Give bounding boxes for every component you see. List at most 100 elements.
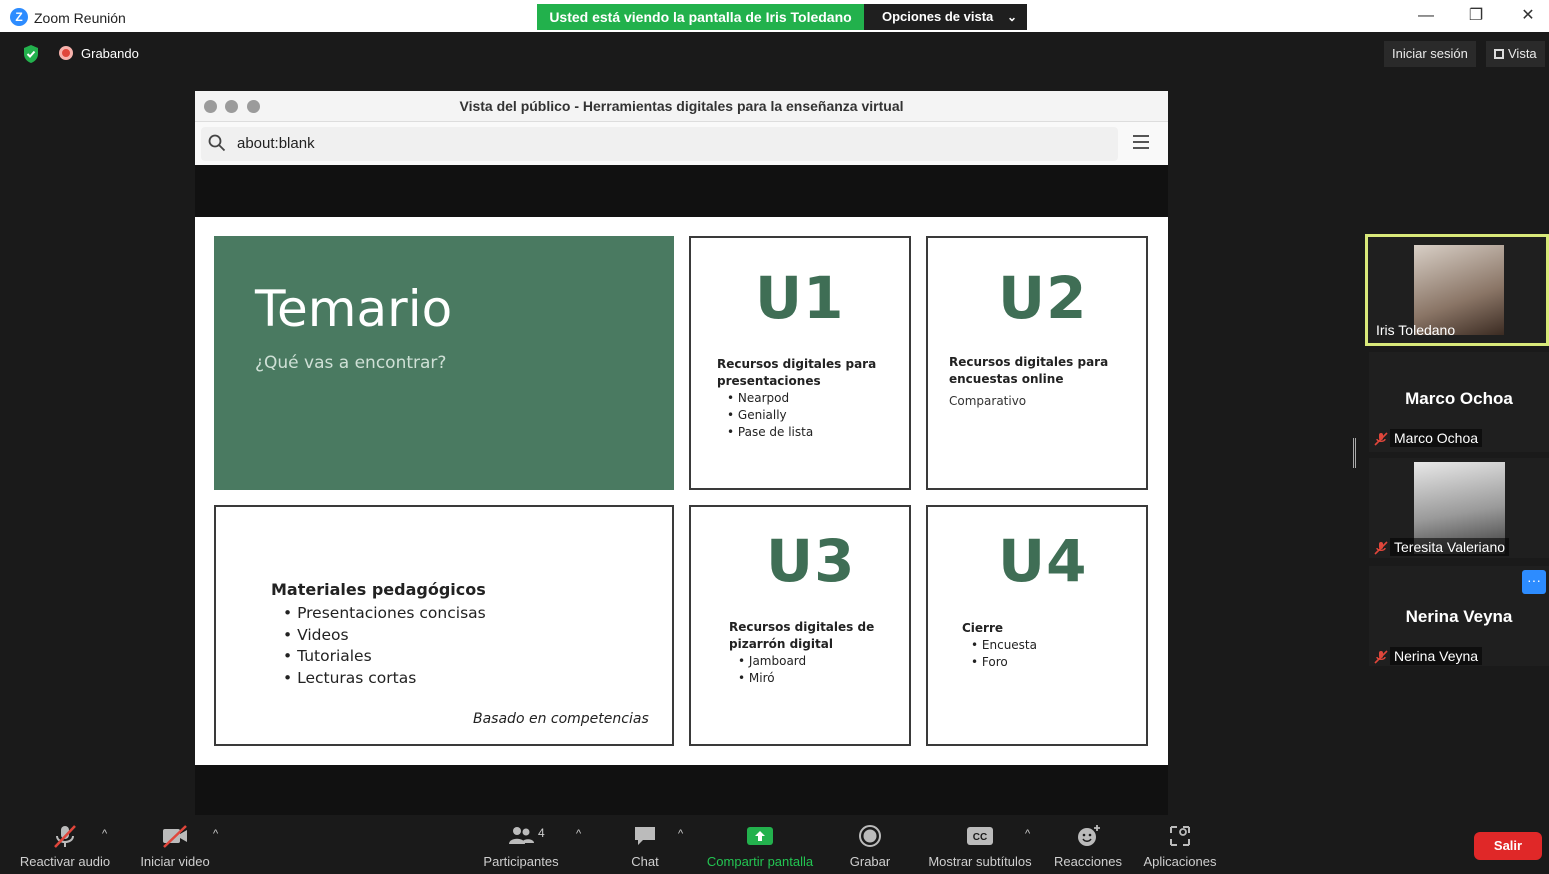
recording-label: Grabando [81, 46, 139, 61]
title-bar: Z Zoom Reunión Usted está viendo la pant… [0, 0, 1549, 32]
unit-card-u3: U3 Recursos digitales de pizarrón digital… [689, 505, 911, 746]
apps-icon [1170, 826, 1190, 846]
apps-button[interactable]: Aplicaciones [1140, 818, 1220, 874]
security-shield-icon[interactable] [22, 44, 40, 64]
sign-in-button[interactable]: Iniciar sesión [1384, 41, 1476, 67]
list-item: Tutoriales [283, 646, 486, 668]
close-window-button[interactable]: ✕ [1513, 4, 1543, 28]
video-label: Iniciar video [140, 854, 210, 869]
list-item: Lecturas cortas [283, 668, 486, 690]
materials-note: Basado en competencias [473, 711, 649, 727]
list-item: Miró [738, 670, 806, 687]
list-item: Genially [727, 407, 813, 424]
muted-microphone-icon [54, 825, 76, 848]
participants-icon [509, 827, 534, 844]
participant-name: Nerina Veyna [1390, 647, 1483, 665]
participants-label: Participantes [483, 854, 559, 869]
participant-name: Iris Toledano [1376, 322, 1456, 338]
list-item: Encuesta [971, 637, 1037, 654]
record-label: Grabar [849, 854, 891, 869]
slide-title: Temario [255, 280, 453, 338]
record-button[interactable]: Grabar [840, 818, 900, 874]
materials-card: Materiales pedagógicos Presentaciones co… [214, 505, 674, 746]
search-icon [208, 134, 226, 152]
view-options-button[interactable]: Opciones de vista ⌄ [864, 4, 1027, 30]
unit-list: Jamboard Miró [738, 653, 806, 687]
view-label: Vista [1508, 46, 1537, 61]
unit-heading: Recursos digitales para presentaciones [717, 357, 877, 388]
show-captions-button[interactable]: CC Mostrar subtítulos [922, 818, 1038, 874]
list-item: Jamboard [738, 653, 806, 670]
list-item: Nearpod [727, 390, 813, 407]
participant-big-name: Marco Ochoa [1405, 389, 1513, 408]
muted-mic-icon [1374, 432, 1388, 446]
browser-title: Vista del público - Herramientas digital… [459, 98, 904, 114]
chat-options-caret[interactable]: ^ [678, 828, 683, 840]
window-title: Zoom Reunión [34, 10, 126, 26]
panel-resize-handle[interactable] [1353, 438, 1356, 468]
menu-icon [1133, 135, 1149, 149]
participant-big-name: Nerina Veyna [1405, 607, 1513, 626]
browser-titlebar: Vista del público - Herramientas digital… [195, 91, 1168, 121]
unit-card-u4: U4 Cierre Encuesta Foro [926, 505, 1148, 746]
materials-list: Presentaciones concisas Videos Tutoriale… [283, 603, 486, 689]
share-screen-button[interactable]: Compartir pantalla [702, 818, 818, 874]
unit-heading: Recursos digitales para encuestas online [949, 355, 1109, 386]
video-options-caret[interactable]: ^ [213, 828, 218, 840]
zoom-logo-icon: Z [10, 8, 28, 26]
share-screen-icon [747, 827, 773, 845]
unit-code: U1 [755, 264, 845, 332]
smiley-plus-icon [1078, 825, 1100, 846]
audio-label: Reactivar audio [19, 854, 111, 869]
more-options-button[interactable]: ··· [1522, 570, 1546, 594]
minimize-button[interactable]: — [1411, 4, 1441, 28]
closed-captions-icon: CC [967, 827, 993, 845]
list-item: Pase de lista [727, 424, 813, 441]
address-bar [195, 121, 1168, 165]
meeting-toolbar: Reactivar audio ^ Iniciar video ^ 4 Part… [8, 818, 1549, 874]
list-item: Presentaciones concisas [283, 603, 486, 625]
chat-bubble-icon [635, 827, 655, 845]
view-options-label: Opciones de vista [882, 9, 994, 24]
slide-subtitle: ¿Qué vas a encontrar? [255, 353, 447, 373]
muted-mic-icon [1374, 650, 1388, 664]
participant-name: Teresita Valeriano [1390, 538, 1510, 556]
unit-heading: Cierre [962, 621, 1004, 635]
record-icon [859, 825, 881, 847]
video-off-icon [163, 825, 187, 848]
list-item: Foro [971, 654, 1037, 671]
start-video-button[interactable]: Iniciar video [132, 818, 218, 874]
apps-label: Aplicaciones [1143, 854, 1217, 869]
view-button[interactable]: Vista [1486, 41, 1545, 67]
unit-card-u2: U2 Recursos digitales para encuestas onli… [926, 236, 1148, 490]
svg-text:CC: CC [973, 832, 987, 843]
participants-options-caret[interactable]: ^ [576, 828, 581, 840]
participants-button[interactable]: 4 Participantes [478, 818, 564, 874]
captions-options-caret[interactable]: ^ [1025, 828, 1030, 840]
url-text: about:blank [237, 135, 315, 152]
materials-heading: Materiales pedagógicos [271, 580, 486, 599]
unit-list: Nearpod Genially Pase de lista [727, 390, 813, 441]
grid-view-icon [1494, 49, 1504, 59]
unit-card-u1: U1 Recursos digitales para presentaciones… [689, 236, 911, 490]
reactions-label: Reacciones [1054, 854, 1122, 869]
recording-icon [59, 46, 73, 60]
participants-count: 4 [538, 826, 545, 840]
participant-name: Marco Ochoa [1390, 429, 1483, 447]
unmute-audio-button[interactable]: Reactivar audio [16, 818, 114, 874]
participant-tile-active-speaker[interactable]: Iris Toledano [1365, 234, 1549, 346]
leave-meeting-button[interactable]: Salir [1474, 832, 1542, 860]
chat-button[interactable]: Chat [618, 818, 672, 874]
muted-mic-icon [1374, 541, 1388, 555]
unit-note: Comparativo [949, 394, 1027, 408]
unit-heading: Recursos digitales de pizarrón digital [729, 620, 875, 651]
chat-label: Chat [631, 854, 659, 869]
unit-list: Encuesta Foro [971, 637, 1037, 671]
temario-card: Temario ¿Qué vas a encontrar? [214, 236, 674, 490]
share-label: Compartir pantalla [706, 854, 814, 869]
audio-options-caret[interactable]: ^ [102, 828, 107, 840]
reactions-button[interactable]: Reacciones [1052, 818, 1124, 874]
chevron-down-icon: ⌄ [1006, 10, 1017, 24]
url-field-bg [201, 127, 1118, 161]
maximize-button[interactable]: ❐ [1461, 4, 1491, 28]
